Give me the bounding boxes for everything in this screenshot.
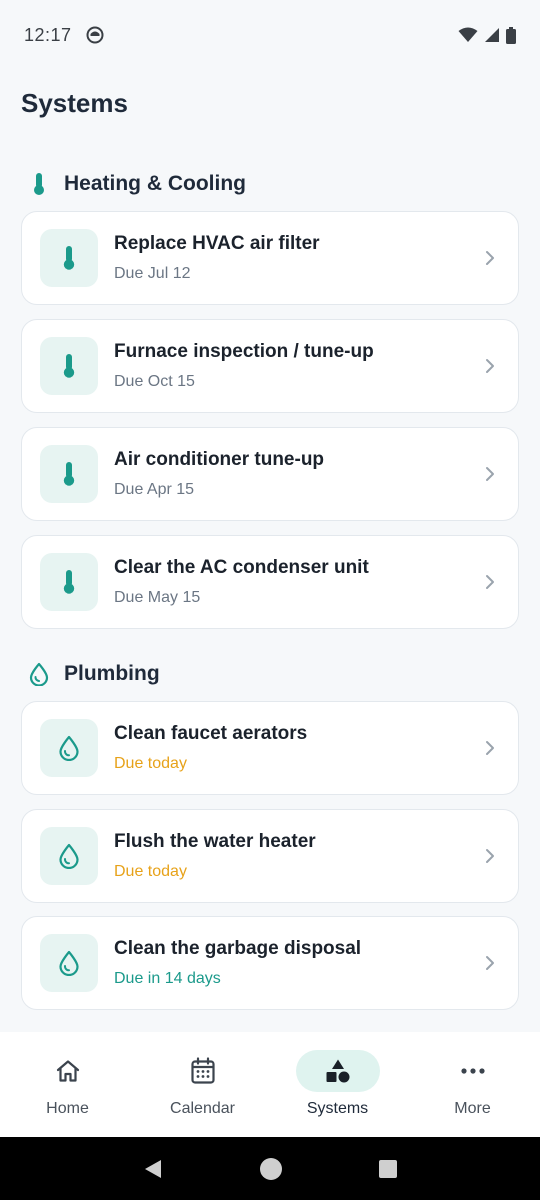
nav-label: Systems bbox=[306, 1100, 369, 1117]
battery-icon bbox=[506, 26, 516, 44]
more-dots-icon bbox=[460, 1068, 485, 1074]
task-card-furnace-inspection[interactable]: Furnace inspection / tune-up Due Oct 15 bbox=[21, 319, 519, 413]
page-title: Systems bbox=[21, 88, 128, 118]
task-card-ac-condenser[interactable]: Clear the AC condenser unit Due May 15 bbox=[21, 535, 519, 629]
nav-item-calendar[interactable]: Calendar bbox=[135, 1032, 270, 1137]
status-time: 12:17 bbox=[24, 24, 72, 45]
task-due: Due today bbox=[114, 755, 187, 772]
section-header-plumbing: Plumbing bbox=[28, 661, 160, 687]
task-title: Clear the AC condenser unit bbox=[114, 557, 369, 578]
chevron-right-icon bbox=[480, 464, 500, 484]
nav-label: Calendar bbox=[170, 1100, 235, 1117]
chevron-right-icon bbox=[480, 953, 500, 973]
task-card-clean-faucet-aerators[interactable]: Clean faucet aerators Due today bbox=[21, 701, 519, 795]
back-icon[interactable] bbox=[142, 1158, 164, 1180]
task-title: Clean faucet aerators bbox=[114, 723, 308, 744]
task-title: Replace HVAC air filter bbox=[114, 233, 320, 254]
wifi-icon bbox=[458, 27, 478, 42]
section-title: Plumbing bbox=[64, 662, 160, 685]
chevron-right-icon bbox=[480, 356, 500, 376]
task-due: Due May 15 bbox=[114, 589, 201, 606]
task-icon-tile bbox=[40, 719, 98, 777]
screen: 12:17 Systems Heating & Cooling Replace … bbox=[0, 0, 540, 1200]
thermometer-icon bbox=[63, 354, 75, 378]
shapes-icon bbox=[326, 1059, 349, 1083]
chevron-right-icon bbox=[480, 572, 500, 592]
nav-label: More bbox=[454, 1100, 491, 1117]
home-circle-icon[interactable] bbox=[259, 1157, 283, 1181]
task-icon-tile bbox=[40, 229, 98, 287]
section-header-heating-cooling: Heating & Cooling bbox=[28, 171, 246, 197]
nav-label: Home bbox=[46, 1100, 89, 1117]
task-card-replace-hvac-filter[interactable]: Replace HVAC air filter Due Jul 12 bbox=[21, 211, 519, 305]
task-icon-tile bbox=[40, 827, 98, 885]
chevron-right-icon bbox=[480, 738, 500, 758]
task-title: Air conditioner tune-up bbox=[114, 449, 325, 470]
water-drop-icon bbox=[59, 843, 79, 869]
bottom-navigation: Home Calendar Systems More bbox=[0, 1032, 540, 1137]
water-drop-icon bbox=[59, 735, 79, 761]
home-icon bbox=[56, 1060, 79, 1082]
task-due: Due Jul 12 bbox=[114, 265, 191, 282]
task-icon-tile bbox=[40, 445, 98, 503]
signal-icon bbox=[485, 28, 499, 42]
task-card-ac-tune-up[interactable]: Air conditioner tune-up Due Apr 15 bbox=[21, 427, 519, 521]
water-drop-icon bbox=[28, 661, 50, 687]
chevron-right-icon bbox=[480, 248, 500, 268]
task-due: Due in 14 days bbox=[114, 970, 221, 987]
recents-square-icon[interactable] bbox=[378, 1159, 398, 1179]
task-icon-tile bbox=[40, 934, 98, 992]
section-title: Heating & Cooling bbox=[64, 172, 246, 195]
app-notification-icon bbox=[86, 26, 104, 44]
task-title: Flush the water heater bbox=[114, 831, 316, 852]
nav-item-home[interactable]: Home bbox=[0, 1032, 135, 1137]
task-title: Clean the garbage disposal bbox=[114, 938, 362, 959]
task-icon-tile bbox=[40, 337, 98, 395]
water-drop-icon bbox=[59, 950, 79, 976]
thermometer-icon bbox=[63, 246, 75, 270]
status-icons bbox=[458, 26, 516, 44]
task-due: Due Oct 15 bbox=[114, 373, 195, 390]
calendar-icon bbox=[190, 1057, 215, 1084]
chevron-right-icon bbox=[480, 846, 500, 866]
status-bar: 12:17 bbox=[0, 0, 540, 70]
task-due: Due today bbox=[114, 863, 187, 880]
thermometer-icon bbox=[63, 570, 75, 594]
thermometer-icon bbox=[63, 462, 75, 486]
nav-item-systems[interactable]: Systems bbox=[270, 1032, 405, 1137]
thermometer-icon bbox=[28, 171, 50, 197]
task-card-clean-garbage-disposal[interactable]: Clean the garbage disposal Due in 14 day… bbox=[21, 916, 519, 1010]
task-title: Furnace inspection / tune-up bbox=[114, 341, 374, 362]
system-navigation-bar bbox=[0, 1137, 540, 1200]
task-due: Due Apr 15 bbox=[114, 481, 195, 498]
task-card-flush-water-heater[interactable]: Flush the water heater Due today bbox=[21, 809, 519, 903]
task-icon-tile bbox=[40, 553, 98, 611]
nav-item-more[interactable]: More bbox=[405, 1032, 540, 1137]
